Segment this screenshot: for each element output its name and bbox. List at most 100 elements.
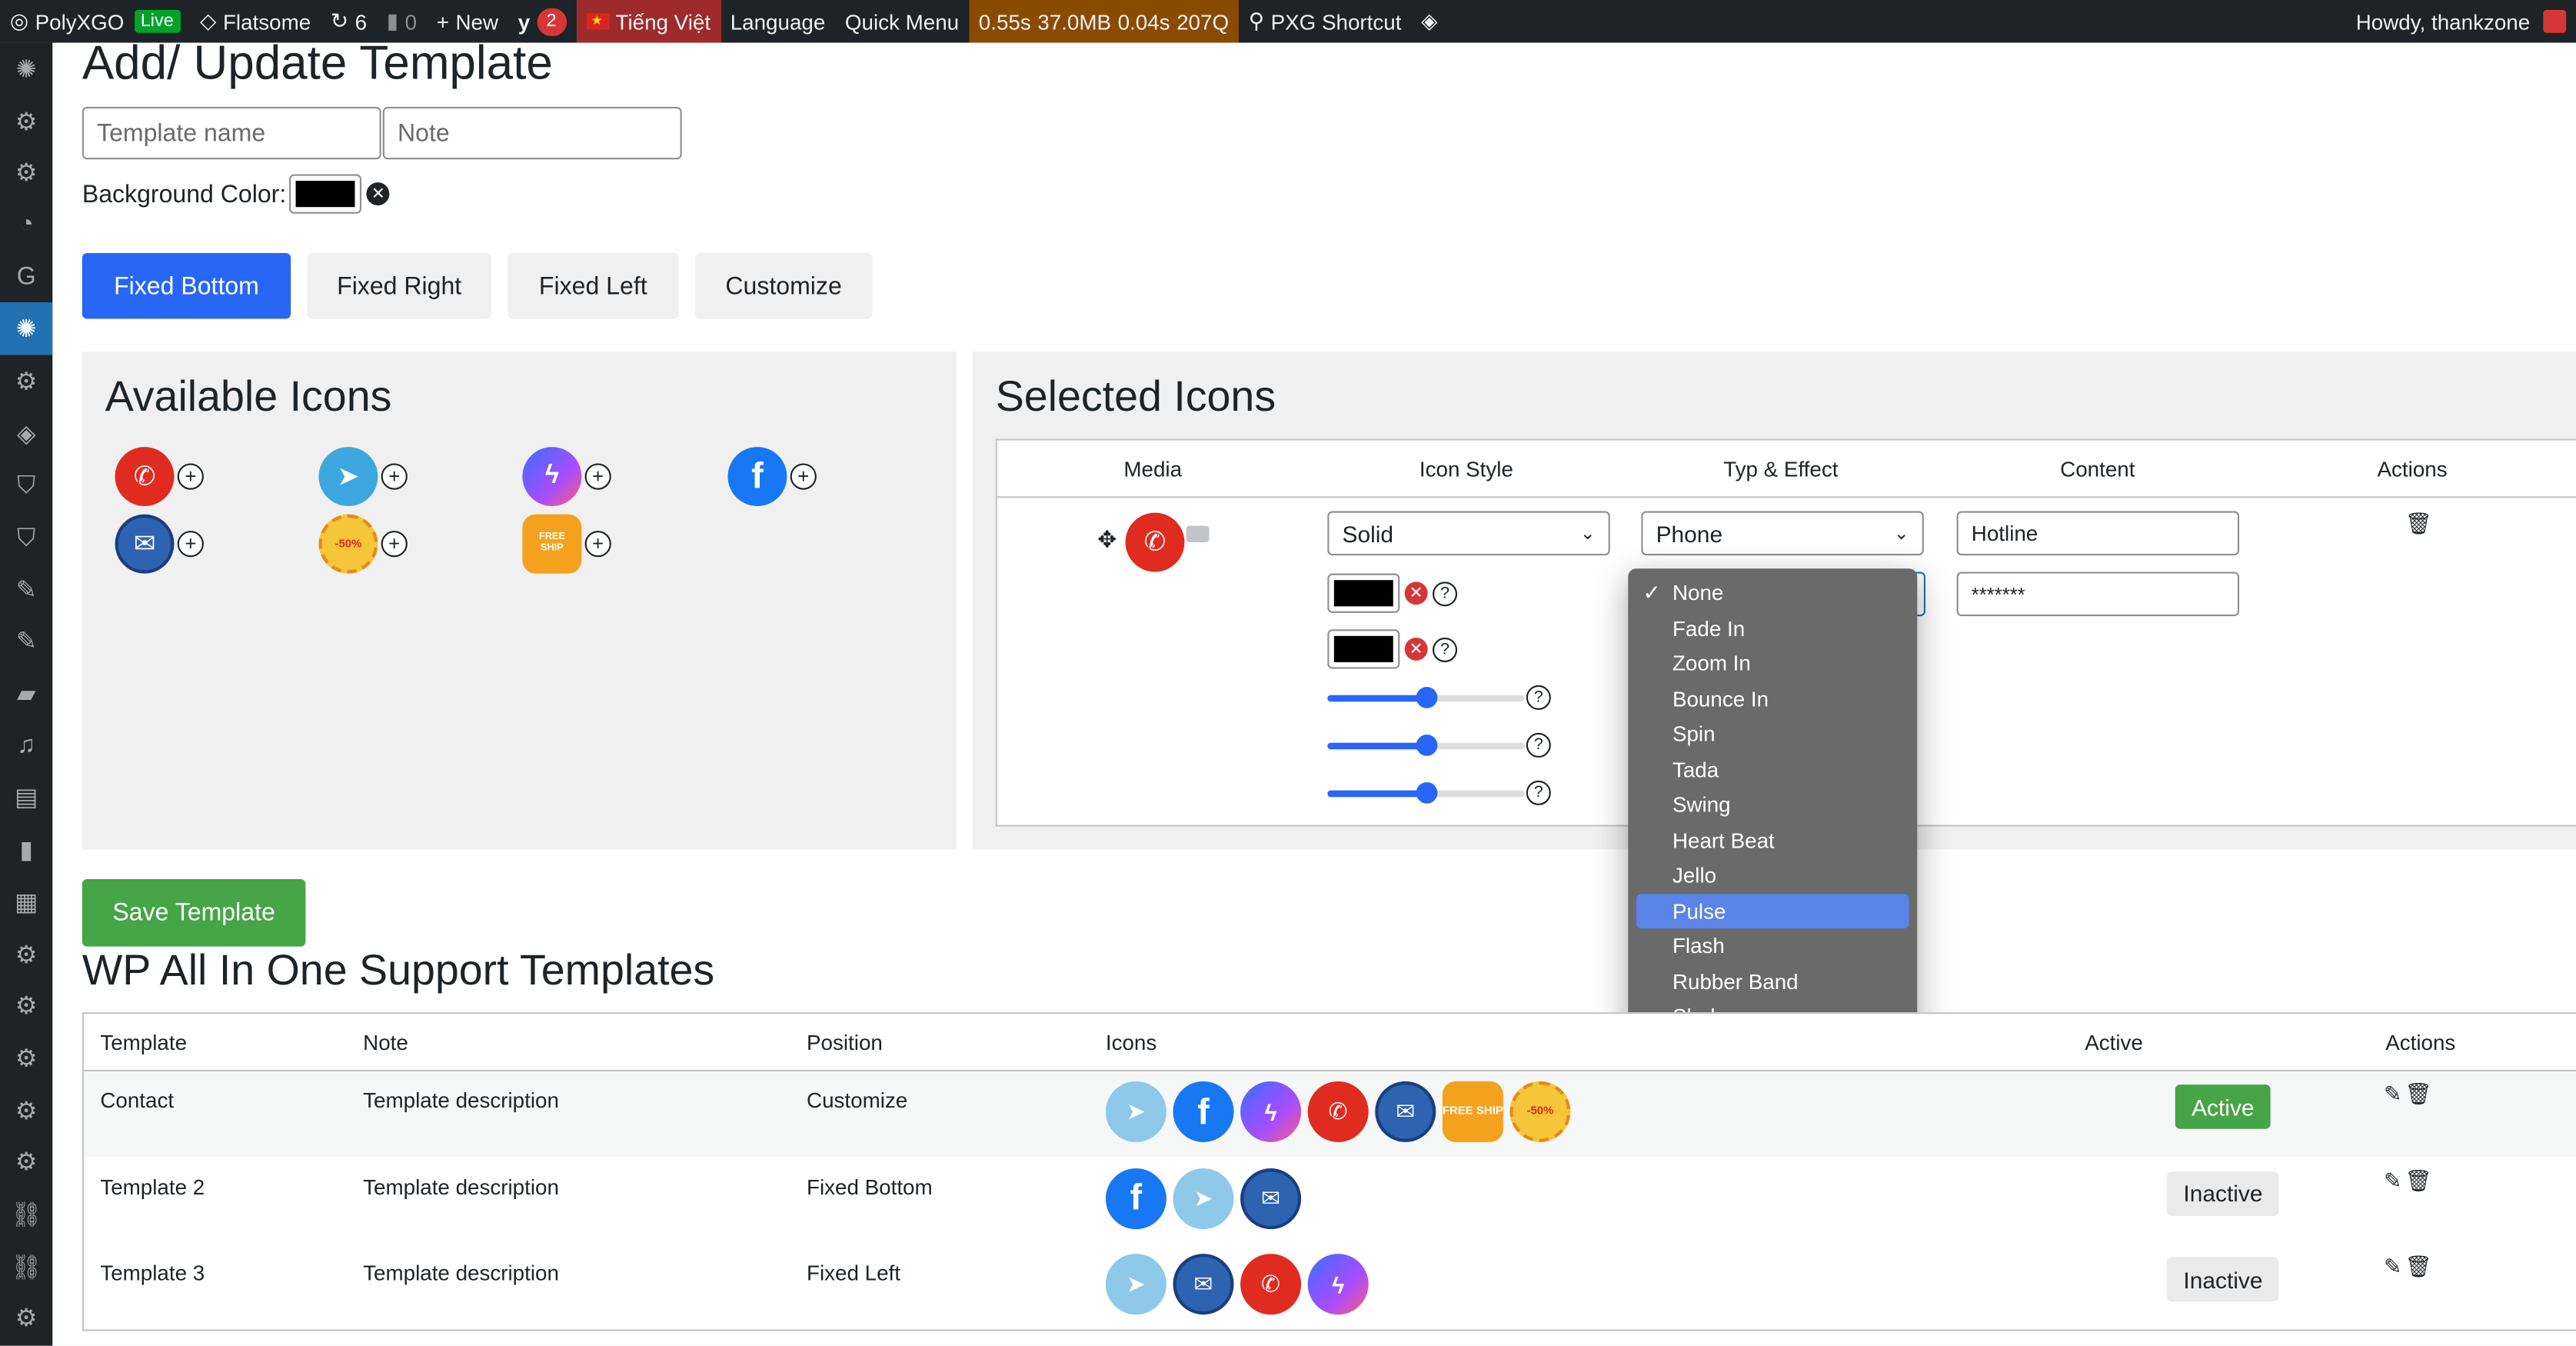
- trash-icon[interactable]: 🗑: [2405, 1081, 2432, 1108]
- add-icon[interactable]: +: [381, 463, 408, 490]
- tab-fixed-left[interactable]: Fixed Left: [508, 253, 679, 319]
- effect-option[interactable]: Jello: [1636, 858, 1909, 893]
- available-icon-facebook[interactable]: f +: [727, 447, 817, 507]
- size-slider[interactable]: [1327, 687, 1525, 708]
- trash-icon[interactable]: 🗑: [2405, 511, 2432, 537]
- available-icon-voucher[interactable]: FREE SHIP +: [522, 514, 611, 574]
- spacing-slider[interactable]: [1327, 781, 1525, 804]
- icon-style-select[interactable]: Solid ⌄: [1327, 511, 1610, 556]
- gear-icon[interactable]: ⚙: [0, 355, 52, 408]
- effect-option[interactable]: Swing: [1636, 787, 1909, 822]
- available-icon-mail[interactable]: ✉ +: [115, 514, 204, 574]
- add-icon[interactable]: +: [177, 531, 204, 558]
- available-icon-sale[interactable]: -50% +: [318, 514, 408, 574]
- gear-icon[interactable]: ⚙: [0, 1032, 52, 1084]
- available-icon-phone[interactable]: ✆ +: [115, 447, 204, 507]
- add-icon[interactable]: +: [790, 463, 817, 490]
- pxg-shortcut-menu[interactable]: ⚲ PXG Shortcut: [1239, 0, 1411, 43]
- effect-option[interactable]: Zoom In: [1636, 646, 1909, 681]
- add-icon[interactable]: +: [584, 463, 611, 490]
- account-menu[interactable]: Howdy, thankzone: [2346, 0, 2576, 43]
- help-icon[interactable]: ?: [1526, 732, 1551, 758]
- link-icon[interactable]: ⛓: [0, 1241, 52, 1293]
- gear-icon[interactable]: ⚙: [0, 95, 52, 147]
- save-template-button[interactable]: Save Template: [82, 879, 306, 947]
- gear-icon[interactable]: ⚙: [0, 1084, 52, 1137]
- media-icon[interactable]: ♫: [0, 720, 52, 772]
- note-input[interactable]: Note: [382, 106, 682, 160]
- tab-customize[interactable]: Customize: [694, 253, 873, 319]
- status-toggle-button[interactable]: Inactive: [2167, 1171, 2279, 1215]
- effect-option[interactable]: Fade In: [1636, 611, 1909, 646]
- gear-icon[interactable]: ⚙: [0, 147, 52, 199]
- clear-color-icon[interactable]: ✕: [366, 182, 390, 206]
- comments-menu[interactable]: ▮ 0: [377, 0, 427, 43]
- query-monitor[interactable]: 0.55s 37.0MB 0.04s 207Q: [968, 0, 1239, 43]
- content-input[interactable]: Hotline: [1956, 511, 2240, 556]
- site-menu[interactable]: ◎ PolyXGO Live: [0, 0, 190, 43]
- palette-icon[interactable]: ✺: [0, 43, 52, 95]
- shield-icon[interactable]: ⛉: [0, 511, 52, 564]
- radius-slider[interactable]: [1327, 735, 1525, 756]
- gear-icon[interactable]: ⚙: [0, 980, 52, 1032]
- gear-icon[interactable]: ⚙: [0, 1136, 52, 1188]
- comment-icon[interactable]: ▮: [0, 824, 52, 876]
- language-current[interactable]: Tiếng Việt: [576, 0, 721, 43]
- effect-option[interactable]: Bounce In: [1636, 681, 1909, 717]
- g-icon[interactable]: G: [0, 251, 52, 303]
- help-icon[interactable]: ?: [1433, 636, 1458, 661]
- diamond-icon[interactable]: ◈: [0, 407, 52, 459]
- template-name-input[interactable]: Template name: [82, 106, 381, 160]
- type-select[interactable]: Phone ⌄: [1641, 511, 1924, 556]
- folder-icon[interactable]: ▰: [0, 668, 52, 720]
- clear-color-icon[interactable]: ✕: [1404, 637, 1428, 661]
- status-toggle-button[interactable]: Active: [2175, 1084, 2271, 1129]
- diamond-menu[interactable]: ◈: [1411, 0, 1447, 43]
- trash-icon[interactable]: 🗑: [2405, 1254, 2432, 1280]
- new-menu[interactable]: + New: [427, 0, 508, 43]
- gear-icon[interactable]: ⚙: [0, 1292, 52, 1344]
- updates-menu[interactable]: ↻ 6: [321, 0, 377, 43]
- color-1-swatch[interactable]: [1327, 573, 1400, 613]
- link-icon[interactable]: ⛓: [0, 1188, 52, 1241]
- language-menu[interactable]: Language: [721, 0, 835, 43]
- color-2-swatch[interactable]: [1327, 629, 1400, 669]
- pin-icon[interactable]: ✎: [0, 564, 52, 616]
- effect-option[interactable]: Heart Beat: [1636, 822, 1909, 858]
- folder-icon[interactable]: [1186, 525, 1210, 543]
- help-icon[interactable]: ?: [1526, 685, 1551, 710]
- dashboard-icon[interactable]: ◔: [0, 199, 52, 252]
- content-secondary-input[interactable]: *******: [1956, 571, 2240, 617]
- drag-handle-icon[interactable]: ✥: [1097, 526, 1117, 554]
- help-icon[interactable]: ?: [1433, 581, 1458, 606]
- quick-menu[interactable]: Quick Menu: [835, 0, 969, 43]
- effect-option[interactable]: Rubber Band: [1636, 964, 1909, 999]
- clear-color-icon[interactable]: ✕: [1404, 581, 1428, 605]
- bg-color-swatch[interactable]: [289, 174, 362, 214]
- help-icon[interactable]: ?: [1526, 780, 1551, 805]
- status-toggle-button[interactable]: Inactive: [2167, 1257, 2279, 1302]
- effect-option[interactable]: Flash: [1636, 928, 1909, 964]
- tab-fixed-bottom[interactable]: Fixed Bottom: [82, 253, 291, 319]
- table-icon[interactable]: ▦: [0, 876, 52, 928]
- theme-menu[interactable]: ◇ Flatsome: [190, 0, 321, 43]
- pin-icon[interactable]: ✎: [0, 615, 52, 668]
- effect-option[interactable]: ✓ None: [1636, 575, 1909, 611]
- gear-icon[interactable]: ⚙: [0, 928, 52, 980]
- pages-icon[interactable]: ▤: [0, 771, 52, 824]
- add-icon[interactable]: +: [381, 531, 408, 558]
- add-icon[interactable]: +: [584, 531, 611, 558]
- edit-icon[interactable]: ✎: [2384, 1081, 2401, 1108]
- effect-option[interactable]: Spin: [1636, 717, 1909, 752]
- palette-icon[interactable]: ✺: [0, 303, 53, 355]
- seo-menu[interactable]: y 2: [508, 0, 576, 43]
- available-icon-telegram[interactable]: ➤ +: [318, 447, 408, 507]
- trash-icon[interactable]: 🗑: [2405, 1168, 2432, 1194]
- available-icon-messenger[interactable]: ϟ +: [522, 447, 611, 507]
- effect-option[interactable]: Tada: [1636, 751, 1909, 787]
- edit-icon[interactable]: ✎: [2384, 1168, 2401, 1194]
- edit-icon[interactable]: ✎: [2384, 1254, 2401, 1280]
- add-icon[interactable]: +: [177, 463, 204, 490]
- tab-fixed-right[interactable]: Fixed Right: [307, 253, 491, 319]
- effect-option[interactable]: Pulse: [1636, 893, 1909, 929]
